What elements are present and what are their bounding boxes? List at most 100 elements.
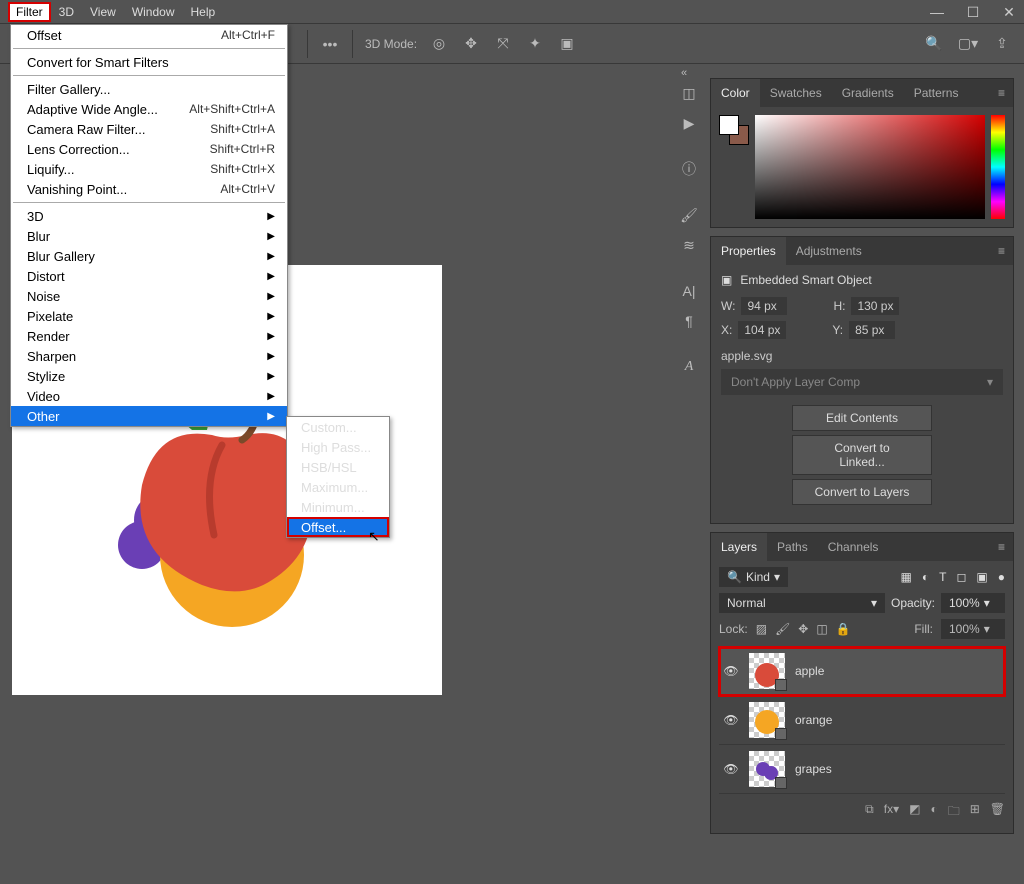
menu-window[interactable]: Window xyxy=(124,2,183,22)
filter-smart-icon[interactable]: ▣ xyxy=(976,570,987,584)
filter-pixelate[interactable]: Pixelate▶ xyxy=(11,306,287,326)
filter-render[interactable]: Render▶ xyxy=(11,326,287,346)
filter-adjust-icon[interactable]: ◐ xyxy=(922,570,929,584)
color-field[interactable] xyxy=(755,115,985,219)
prop-y-field[interactable]: 85 px xyxy=(849,321,895,339)
layer-name[interactable]: apple xyxy=(795,664,824,678)
tab-properties[interactable]: Properties xyxy=(711,237,786,265)
filter-blur[interactable]: Blur▶ xyxy=(11,226,287,246)
tab-layers[interactable]: Layers xyxy=(711,533,767,561)
fill-field[interactable]: 100%▾ xyxy=(941,619,1005,639)
panel-expand-icon[interactable]: « xyxy=(681,67,687,79)
share-icon[interactable]: ⇪ xyxy=(992,34,1012,54)
filter-type-icon[interactable]: T xyxy=(939,570,946,584)
filter-liquify[interactable]: Liquify...Shift+Ctrl+X xyxy=(11,159,287,179)
filter-gallery[interactable]: Filter Gallery... xyxy=(11,79,287,99)
tab-channels[interactable]: Channels xyxy=(818,533,889,561)
brush-settings-icon[interactable]: ≋ xyxy=(675,232,703,258)
lock-transparency-icon[interactable]: ▨ xyxy=(756,622,767,636)
hue-slider[interactable] xyxy=(991,115,1005,219)
3d-slide-icon[interactable]: ⤧ xyxy=(493,34,513,54)
color-panel-menu-icon[interactable]: ≡ xyxy=(990,79,1013,107)
layer-name[interactable]: orange xyxy=(795,713,832,727)
prop-x-field[interactable]: 104 px xyxy=(738,321,786,339)
mask-icon[interactable]: ◩ xyxy=(909,802,920,823)
properties-panel-menu-icon[interactable]: ≡ xyxy=(990,237,1013,265)
3d-pan-icon[interactable]: ✥ xyxy=(461,34,481,54)
prop-h-field[interactable]: 130 px xyxy=(851,297,899,315)
new-layer-icon[interactable]: ⊞ xyxy=(970,802,980,823)
fg-bg-swatches[interactable] xyxy=(719,115,749,145)
filter-vanishing-point[interactable]: Vanishing Point...Alt+Ctrl+V xyxy=(11,179,287,199)
visibility-toggle-icon[interactable]: 👁 xyxy=(723,762,739,776)
convert-to-linked-button[interactable]: Convert to Linked... xyxy=(792,435,932,475)
layers-panel-menu-icon[interactable]: ≡ xyxy=(990,533,1013,561)
filter-camera-raw[interactable]: Camera Raw Filter...Shift+Ctrl+A xyxy=(11,119,287,139)
filter-noise[interactable]: Noise▶ xyxy=(11,286,287,306)
workspace-icon[interactable]: ▢▾ xyxy=(958,34,978,54)
visibility-toggle-icon[interactable]: 👁 xyxy=(723,664,739,678)
other-hsb-hsl[interactable]: HSB/HSL xyxy=(287,457,389,477)
fx-icon[interactable]: fx▾ xyxy=(884,802,899,823)
filter-convert-smart[interactable]: Convert for Smart Filters xyxy=(11,52,287,72)
filter-toggle-icon[interactable]: ● xyxy=(998,570,1005,584)
delete-layer-icon[interactable]: 🗑 xyxy=(990,802,1005,823)
layer-name[interactable]: grapes xyxy=(795,762,832,776)
layer-thumb[interactable] xyxy=(749,653,785,689)
tab-gradients[interactable]: Gradients xyxy=(832,79,904,107)
3d-camera-icon[interactable]: ▣ xyxy=(557,34,577,54)
filter-3d[interactable]: 3D▶ xyxy=(11,206,287,226)
menu-help[interactable]: Help xyxy=(183,2,224,22)
character-icon[interactable]: A| xyxy=(675,278,703,304)
other-minimum[interactable]: Minimum... xyxy=(287,497,389,517)
info-icon[interactable]: ⓘ xyxy=(675,156,703,182)
menu-3d[interactable]: 3D xyxy=(51,2,82,22)
filter-other[interactable]: Other▶ xyxy=(11,406,287,426)
layer-filter-kind[interactable]: 🔍 Kind ▾ xyxy=(719,567,788,587)
tab-adjustments[interactable]: Adjustments xyxy=(786,237,872,265)
menu-filter[interactable]: Filter xyxy=(8,2,51,22)
adjustment-layer-icon[interactable]: ◐ xyxy=(930,802,937,823)
layer-thumb[interactable] xyxy=(749,702,785,738)
histogram-icon[interactable]: ◫ xyxy=(675,80,703,106)
filter-blur-gallery[interactable]: Blur Gallery▶ xyxy=(11,246,287,266)
minimize-button[interactable]: — xyxy=(928,3,946,21)
menu-view[interactable]: View xyxy=(82,2,124,22)
tab-paths[interactable]: Paths xyxy=(767,533,818,561)
filter-stylize[interactable]: Stylize▶ xyxy=(11,366,287,386)
other-high-pass[interactable]: High Pass... xyxy=(287,437,389,457)
play-icon[interactable]: ▶ xyxy=(675,110,703,136)
brush-icon[interactable]: 🖌 xyxy=(675,202,703,228)
filter-distort[interactable]: Distort▶ xyxy=(11,266,287,286)
tab-swatches[interactable]: Swatches xyxy=(760,79,832,107)
edit-contents-button[interactable]: Edit Contents xyxy=(792,405,932,431)
layer-row-orange[interactable]: 👁 orange xyxy=(719,696,1005,745)
lock-artboard-icon[interactable]: ◫ xyxy=(816,622,827,636)
lock-position-icon[interactable]: ✥ xyxy=(798,622,808,636)
close-button[interactable]: ✕ xyxy=(1000,3,1018,21)
search-icon[interactable]: 🔍 xyxy=(924,34,944,54)
glyphs-icon[interactable]: A xyxy=(675,354,703,380)
convert-to-layers-button[interactable]: Convert to Layers xyxy=(792,479,932,505)
tab-patterns[interactable]: Patterns xyxy=(904,79,969,107)
maximize-button[interactable]: ☐ xyxy=(964,3,982,21)
prop-w-field[interactable]: 94 px xyxy=(741,297,787,315)
tab-color[interactable]: Color xyxy=(711,79,760,107)
link-layers-icon[interactable]: ⧉ xyxy=(865,802,874,823)
other-maximum[interactable]: Maximum... xyxy=(287,477,389,497)
blend-mode-select[interactable]: Normal▾ xyxy=(719,593,885,613)
group-icon[interactable]: 🗀 xyxy=(948,802,960,823)
opacity-field[interactable]: 100%▾ xyxy=(941,593,1005,613)
filter-shape-icon[interactable]: ◻ xyxy=(956,570,966,584)
filter-lens-correction[interactable]: Lens Correction...Shift+Ctrl+R xyxy=(11,139,287,159)
lock-pixels-icon[interactable]: 🖌 xyxy=(775,622,790,636)
layer-thumb[interactable] xyxy=(749,751,785,787)
filter-adaptive-wide-angle[interactable]: Adaptive Wide Angle...Alt+Shift+Ctrl+A xyxy=(11,99,287,119)
lock-all-icon[interactable]: 🔒 xyxy=(836,622,851,636)
3d-scale-icon[interactable]: ✦ xyxy=(525,34,545,54)
layer-row-apple[interactable]: 👁 apple xyxy=(719,647,1005,696)
filter-video[interactable]: Video▶ xyxy=(11,386,287,406)
paragraph-icon[interactable]: ¶ xyxy=(675,308,703,334)
layer-row-grapes[interactable]: 👁 grapes xyxy=(719,745,1005,794)
layer-comp-select[interactable]: Don't Apply Layer Comp▾ xyxy=(721,369,1003,395)
